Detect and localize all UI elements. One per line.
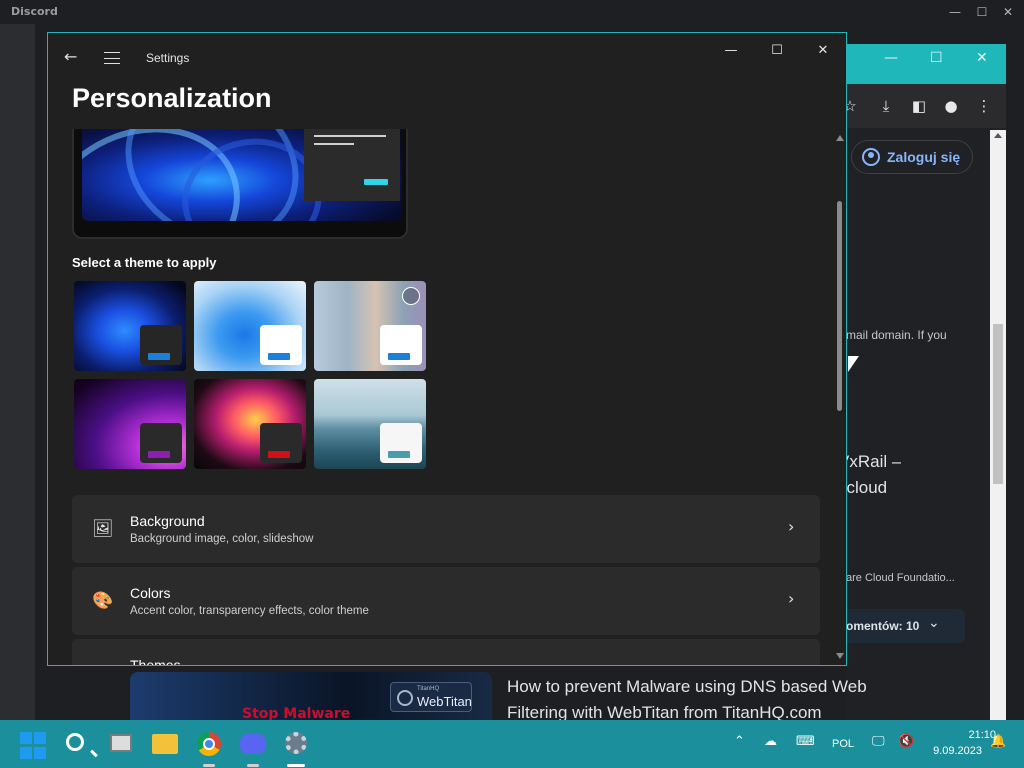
chevron-up-icon[interactable]: ⌃ (734, 734, 745, 749)
preview-accent-swatch (364, 179, 388, 185)
row-subtitle: Background image, color, slideshow (130, 533, 314, 545)
comments-button[interactable]: omentów: 10 ⌄ (838, 609, 965, 643)
login-label: Zaloguj się (887, 149, 961, 165)
user-icon (862, 148, 880, 166)
taskbar: ⌃ ☁ ⌨ POL 🖵 🔇 21:10 9.09.2023 🔔 (0, 720, 1024, 768)
theme-tile[interactable] (194, 379, 306, 469)
theme-tile[interactable] (74, 281, 186, 371)
theme-tile[interactable] (74, 379, 186, 469)
discord-titlebar: Discord — ☐ ✕ (0, 0, 1024, 24)
settings-content: Select a theme to apply 🖼 Background Bac… (48, 129, 834, 665)
login-button[interactable]: Zaloguj się (851, 140, 973, 174)
chrome-minimize-button[interactable]: — (884, 50, 898, 66)
settings-minimize-button[interactable]: — (716, 39, 746, 63)
palette-icon: 🎨 (92, 591, 114, 611)
article-headline-1[interactable]: VxRail – (838, 452, 901, 472)
article-text-fragment: mail domain. If you (846, 328, 947, 342)
more-icon[interactable]: ⋮ (974, 96, 994, 116)
theme-section-label: Select a theme to apply (72, 255, 217, 270)
chrome-scroll-thumb[interactable] (993, 324, 1003, 484)
chevron-right-icon: › (788, 517, 795, 536)
row-title: Themes (130, 657, 181, 665)
keyboard-icon[interactable]: ⌨ (796, 734, 815, 749)
brush-icon: ✎ (92, 663, 112, 665)
file-explorer-icon[interactable] (152, 734, 178, 754)
webtitan-logo-icon (397, 690, 413, 706)
back-arrow-icon[interactable]: ← (64, 47, 77, 66)
chrome-scrollbar[interactable] (990, 130, 1006, 720)
running-indicator (203, 764, 215, 767)
network-icon[interactable]: 🖵 (872, 734, 885, 749)
comments-label: omentów: 10 (846, 619, 920, 633)
discord-maximize-button[interactable]: ☐ (973, 3, 991, 21)
background-setting-row[interactable]: 🖼 Background Background image, color, sl… (72, 495, 820, 563)
scroll-up-icon[interactable] (994, 133, 1002, 138)
discord-close-button[interactable]: ✕ (999, 3, 1017, 21)
webtitan-logo-small: TitanHQ (417, 686, 440, 692)
settings-window: ← Settings — ☐ ✕ Personalization Select … (47, 32, 847, 666)
image-icon: 🖼 (92, 519, 114, 539)
preview-window (304, 129, 400, 201)
clock-date[interactable]: 9.09.2023 (930, 745, 982, 757)
webtitan-logo: TitanHQ WebTitan (390, 682, 472, 712)
discord-icon[interactable] (240, 734, 266, 754)
row-title: Colors (130, 585, 171, 601)
search-icon[interactable] (66, 733, 84, 751)
discord-title: Discord (11, 5, 58, 18)
settings-app-title: Settings (146, 51, 190, 65)
settings-icon[interactable] (285, 732, 307, 754)
spotlight-icon (402, 287, 420, 305)
thumbnail-caption: Stop Malware (242, 706, 351, 720)
search-handle (90, 749, 98, 758)
task-view-icon[interactable] (110, 734, 132, 752)
chrome-window: — ☐ ✕ ☆ ⤓ ◧ ● ⋮ Zaloguj się mail domain.… (838, 44, 1006, 720)
colors-setting-row[interactable]: 🎨 Colors Accent color, transparency effe… (72, 567, 820, 635)
row-title: Background (130, 513, 205, 529)
chevron-down-icon: ⌄ (928, 615, 940, 631)
profile-icon[interactable]: ● (941, 96, 961, 116)
theme-tile[interactable] (194, 281, 306, 371)
volume-icon[interactable]: 🔇 (898, 734, 914, 749)
sidebar-icon[interactable]: ◧ (909, 96, 929, 116)
theme-tile[interactable] (314, 379, 426, 469)
onedrive-icon[interactable]: ☁ (764, 734, 777, 749)
theme-tile[interactable] (314, 281, 426, 371)
page-title: Personalization (72, 83, 272, 113)
hamburger-menu-icon[interactable] (104, 52, 120, 64)
scroll-down-icon[interactable] (836, 653, 844, 659)
article-thumbnail[interactable]: Stop Malware TitanHQ WebTitan (130, 672, 492, 720)
chevron-right-icon: › (788, 589, 795, 608)
webtitan-logo-text: WebTitan (417, 694, 472, 709)
notification-bell-icon[interactable]: 🔔 (990, 734, 1006, 749)
discord-minimize-button[interactable]: — (946, 3, 964, 21)
wallpaper-preview (82, 129, 402, 221)
running-indicator (247, 764, 259, 767)
chrome-toolbar: ☆ ⤓ ◧ ● ⋮ (843, 84, 1006, 128)
article-title[interactable]: How to prevent Malware using DNS based W… (507, 674, 907, 726)
themes-setting-row[interactable]: ✎ Themes (72, 639, 820, 665)
settings-scrollbar[interactable] (834, 129, 846, 663)
settings-maximize-button[interactable]: ☐ (762, 39, 792, 63)
chrome-maximize-button[interactable]: ☐ (930, 50, 943, 66)
scroll-up-icon[interactable] (836, 135, 844, 141)
chrome-close-button[interactable]: ✕ (976, 50, 988, 66)
chrome-icon[interactable] (197, 732, 221, 756)
chrome-tabbar: — ☐ ✕ (846, 44, 1006, 84)
theme-preview (72, 129, 408, 239)
active-indicator (287, 764, 305, 767)
article-source: are Cloud Foundatio... (846, 572, 955, 584)
settings-close-button[interactable]: ✕ (808, 39, 838, 63)
row-subtitle: Accent color, transparency effects, colo… (130, 605, 369, 617)
download-icon[interactable]: ⤓ (876, 96, 896, 116)
start-icon[interactable] (20, 732, 48, 760)
language-indicator[interactable]: POL (832, 738, 854, 750)
settings-scroll-thumb[interactable] (837, 201, 842, 411)
mouse-cursor (848, 356, 859, 372)
